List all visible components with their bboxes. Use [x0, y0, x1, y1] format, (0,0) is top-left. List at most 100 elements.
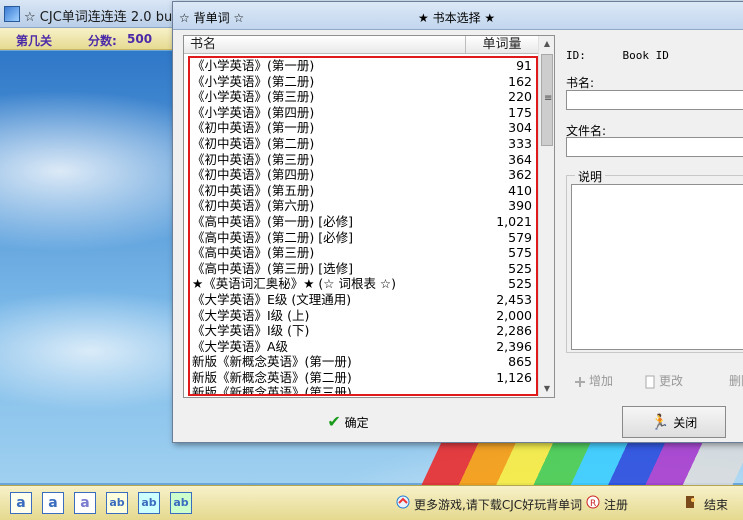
table-row[interactable]: 《高中英语》(第二册) [必修] 579	[190, 230, 536, 246]
book-name-cell: 新版《新概念英语》(第三册)	[192, 385, 352, 396]
table-row[interactable]: 新版《新概念英语》(第三册)	[190, 385, 536, 396]
exit-link[interactable]: 结束	[704, 496, 728, 513]
svg-text:R: R	[590, 499, 596, 509]
table-row[interactable]: 《初中英语》(第六册) 390	[190, 198, 536, 214]
word-count-cell: 333	[508, 135, 532, 151]
book-name-field[interactable]	[566, 90, 743, 110]
table-row[interactable]: 《高中英语》(第三册) [选修] 525	[190, 261, 536, 277]
splitter-grip-icon[interactable]: ≡	[544, 94, 552, 104]
table-row[interactable]: 新版《新概念英语》(第二册) 1,126	[190, 370, 536, 386]
delete-button[interactable]: 删除	[729, 372, 743, 389]
table-row[interactable]: 《大学英语》E级 (文理通用) 2,453	[190, 292, 536, 308]
list-header: 书名 单词量	[184, 36, 538, 54]
word-count-cell: 2,453	[496, 291, 532, 307]
table-row[interactable]: 《初中英语》(第五册) 410	[190, 183, 536, 199]
confirm-button[interactable]: ✔ 确定	[303, 406, 393, 438]
toolbar-button-6[interactable]: ab	[170, 492, 192, 514]
word-count-cell: 1,021	[496, 213, 532, 229]
word-count-cell: 364	[508, 151, 532, 167]
word-count-cell: 91	[516, 58, 532, 73]
scroll-down-icon[interactable]: ▼	[539, 381, 555, 397]
book-name-cell: 新版《新概念英语》(第一册)	[192, 354, 352, 370]
add-button[interactable]: 增加	[573, 372, 613, 389]
book-name-cell: 《小学英语》(第一册)	[192, 58, 315, 73]
register-link[interactable]: 注册	[604, 496, 628, 513]
book-name-cell: 新版《新概念英语》(第二册)	[192, 369, 352, 385]
column-header-word-count[interactable]: 单词量	[466, 36, 538, 54]
table-row[interactable]: 《大学英语》I级 (下) 2,286	[190, 323, 536, 339]
table-row[interactable]: 《大学英语》I级 (上) 2,000	[190, 308, 536, 324]
exit-icon	[686, 496, 695, 508]
register-icon: R	[586, 495, 600, 509]
table-row[interactable]: 《高中英语》(第一册) [必修] 1,021	[190, 214, 536, 230]
word-count-cell: 175	[508, 104, 532, 120]
book-name-cell: 《小学英语》(第四册)	[192, 104, 315, 120]
book-list[interactable]: 书名 单词量 《小学英语》(第一册) 91 《小学英语》(第二册) 162 《小学英语》…	[183, 35, 555, 398]
book-name-cell: 《初中英语》(第六册)	[192, 198, 315, 214]
word-count-cell: 162	[508, 73, 532, 89]
book-name-cell: 《高中英语》(第一册) [必修]	[192, 213, 353, 229]
dialog-title: ★ 书本选择 ★	[418, 11, 496, 25]
file-name-field[interactable]	[566, 137, 743, 157]
running-person-icon: 🏃	[650, 413, 670, 431]
book-name-cell: 《初中英语》(第三册)	[192, 151, 315, 167]
word-count-cell: 865	[508, 354, 532, 370]
toolbar-button-5[interactable]: ab	[138, 492, 160, 514]
book-name-cell: 《初中英语》(第四册)	[192, 167, 315, 183]
table-row[interactable]: 《高中英语》(第三册) 575	[190, 245, 536, 261]
modify-button[interactable]: 更改	[643, 372, 683, 389]
table-row[interactable]: 《初中英语》(第二册) 333	[190, 136, 536, 152]
toolbar-button-1[interactable]: a	[10, 492, 32, 514]
table-row[interactable]: 《小学英语》(第二册) 162	[190, 74, 536, 90]
book-name-cell: 《高中英语》(第三册)	[192, 245, 315, 261]
word-count-cell: 304	[508, 120, 532, 136]
word-count-cell: 2,000	[496, 307, 532, 323]
word-count-cell: 2,286	[496, 323, 532, 339]
table-row[interactable]: 《初中英语》(第一册) 304	[190, 120, 536, 136]
description-label: 说明	[575, 168, 606, 185]
level-label: 第几关	[16, 34, 53, 48]
table-row[interactable]: 《初中英语》(第三册) 364	[190, 152, 536, 168]
table-row[interactable]: 《初中英语》(第四册) 362	[190, 167, 536, 183]
close-label: 关闭	[673, 416, 698, 430]
dialog-titlebar[interactable]: ☆ 背单词 ☆ ★ 书本选择 ★	[173, 2, 743, 30]
game-icon	[396, 495, 410, 509]
toolbar-button-4[interactable]: ab	[106, 492, 128, 514]
word-count-cell: 390	[508, 198, 532, 214]
description-field[interactable]	[571, 184, 743, 350]
score-label: 分数:	[88, 34, 117, 48]
word-count-cell: 2,396	[496, 338, 532, 354]
book-id-value: Book ID	[622, 49, 669, 62]
word-count-cell: 220	[508, 89, 532, 105]
add-icon	[575, 376, 585, 387]
word-count-cell: 579	[508, 229, 532, 245]
table-row[interactable]: 《小学英语》(第三册) 220	[190, 89, 536, 105]
word-count-cell: 1,126	[496, 369, 532, 385]
word-count-cell: 410	[508, 182, 532, 198]
column-header-book-name[interactable]: 书名	[184, 36, 466, 54]
close-button[interactable]: 🏃 关闭	[622, 406, 726, 438]
book-id-label: ID:	[566, 49, 586, 62]
table-row[interactable]: 《小学英语》(第一册) 91	[190, 58, 536, 74]
dialog-app-title: ☆ 背单词 ☆	[179, 11, 245, 25]
toolbar-button-2[interactable]: a	[42, 492, 64, 514]
book-name-cell: 《小学英语》(第三册)	[192, 89, 315, 105]
more-games-link[interactable]: 更多游戏,请下载CJC好玩背单词	[414, 496, 582, 513]
table-row[interactable]: 新版《新概念英语》(第一册) 865	[190, 354, 536, 370]
table-row[interactable]: 《大学英语》A级 2,396	[190, 339, 536, 355]
book-name-label: 书名:	[566, 76, 595, 90]
word-count-cell: 362	[508, 167, 532, 183]
book-name-cell: 《高中英语》(第三册) [选修]	[192, 260, 353, 276]
table-row[interactable]: 《小学英语》(第四册) 175	[190, 105, 536, 121]
scroll-up-icon[interactable]: ▲	[539, 36, 555, 52]
rainbow-decoration	[421, 440, 743, 485]
book-id-row: ID: Book ID	[566, 49, 669, 62]
book-name-cell: 《初中英语》(第五册)	[192, 182, 315, 198]
book-name-cell: 《大学英语》I级 (下)	[192, 323, 310, 339]
toolbar-button-3[interactable]: a	[74, 492, 96, 514]
book-name-cell: 《初中英语》(第二册)	[192, 135, 315, 151]
book-name-cell: 《大学英语》I级 (上)	[192, 307, 310, 323]
book-name-cell: 《高中英语》(第二册) [必修]	[192, 229, 353, 245]
list-scrollbar[interactable]: ▲ ▼	[538, 36, 554, 397]
table-row[interactable]: ★《英语词汇奥秘》★ (☆ 词根表 ☆) 525	[190, 276, 536, 292]
